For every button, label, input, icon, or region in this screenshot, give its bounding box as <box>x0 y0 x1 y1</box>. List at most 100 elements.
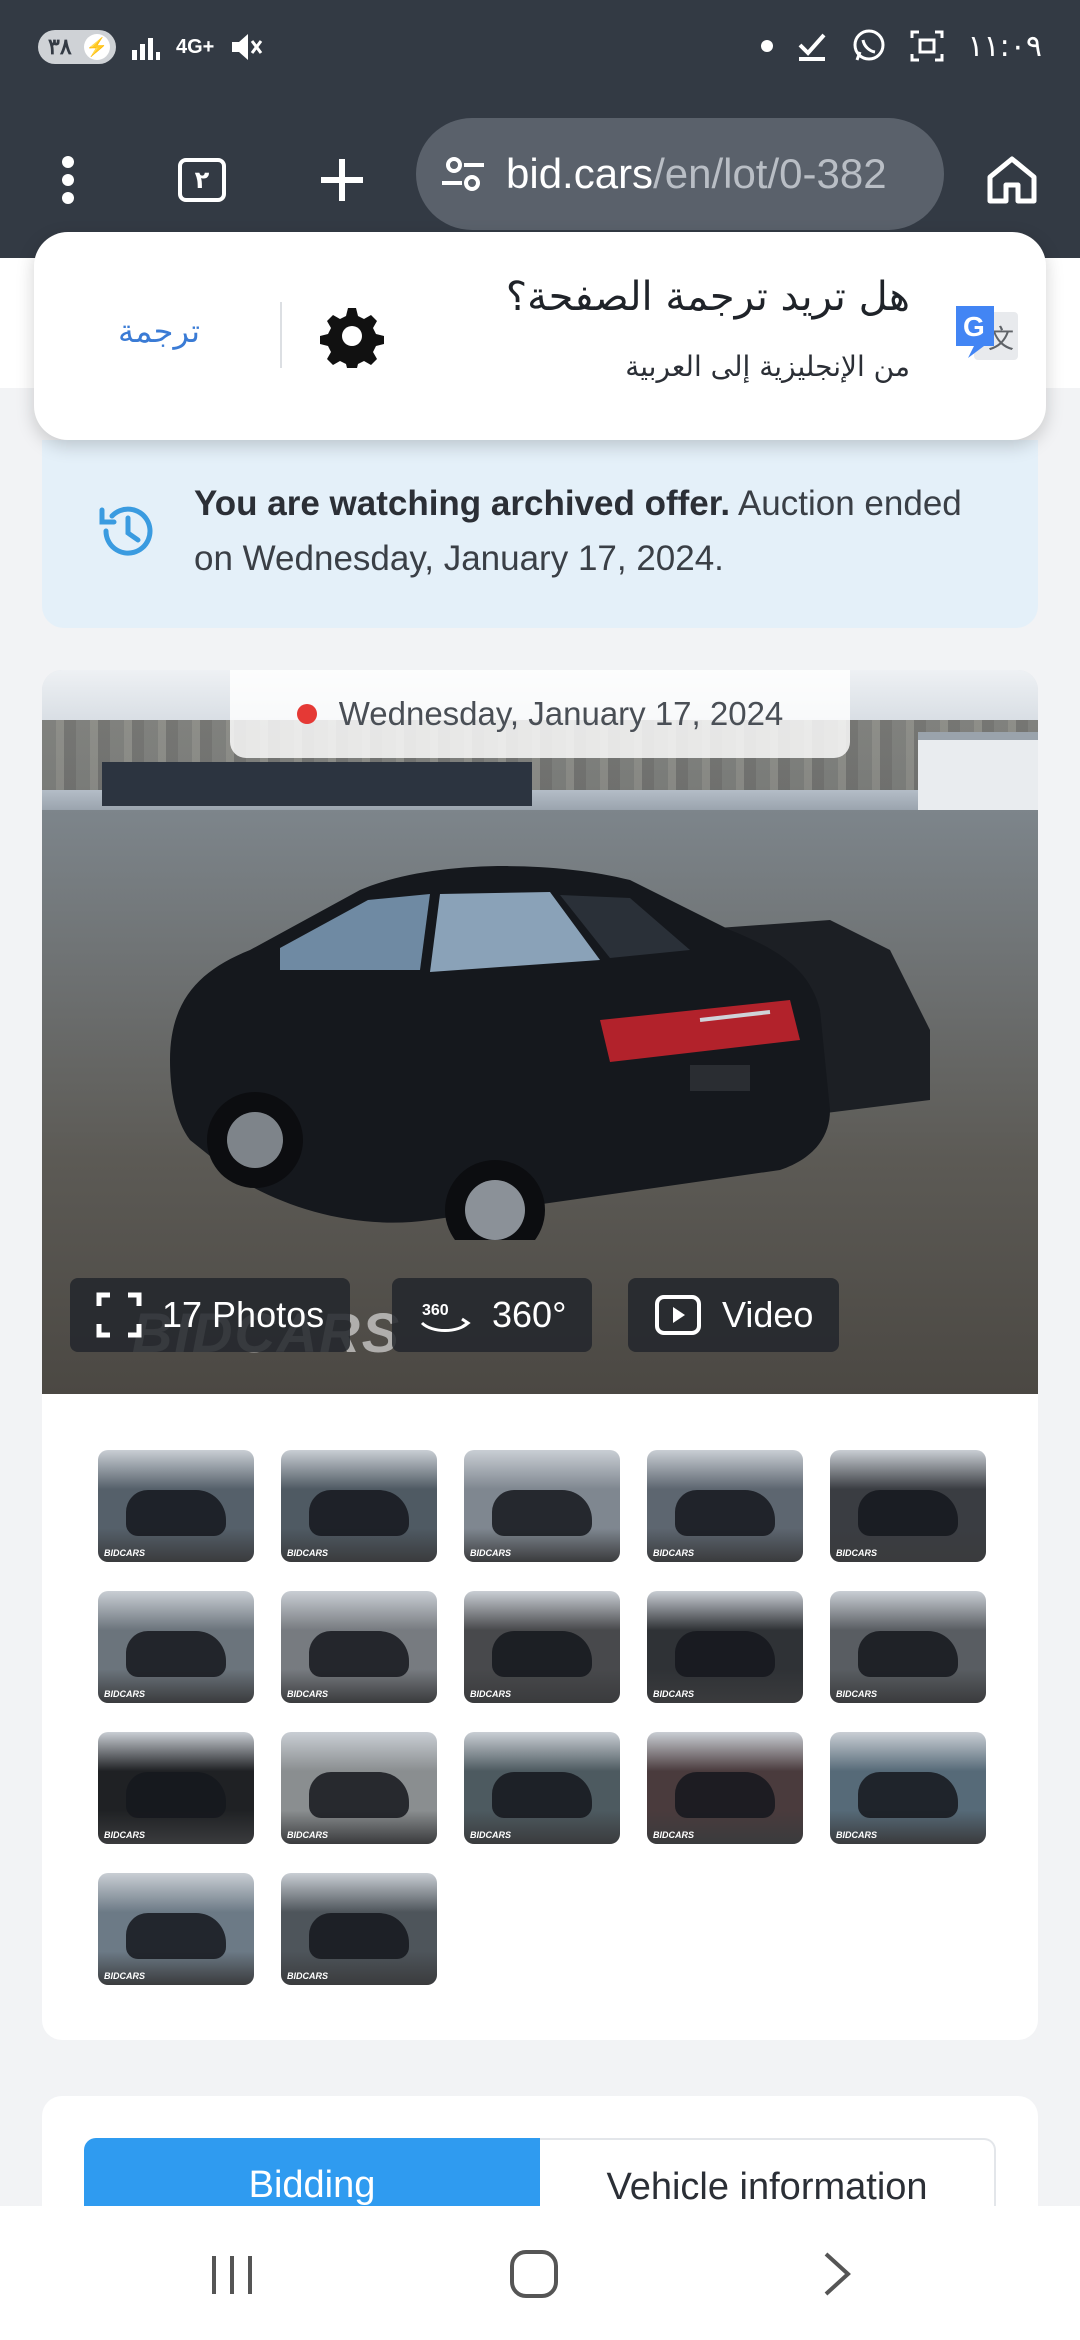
notice-text: You are watching archived offer. Auction… <box>194 476 974 586</box>
thumbnail-watermark: BIDCARS <box>836 1548 878 1558</box>
download-check-icon <box>799 33 826 61</box>
thumbnail-car-shape <box>309 1490 409 1536</box>
video-icon <box>655 1295 701 1335</box>
thumbnail-watermark: BIDCARS <box>836 1830 878 1840</box>
thumbnail-watermark: BIDCARS <box>653 1548 695 1558</box>
thumbnail-rear-view[interactable]: BIDCARS <box>647 1450 803 1562</box>
thumbnail-car-shape <box>858 1772 958 1818</box>
battery-level: ٣٨ <box>48 34 72 59</box>
photos-button[interactable]: 17 Photos <box>70 1278 351 1352</box>
recent-apps-icon[interactable] <box>202 2246 262 2302</box>
thumbnail-odometer[interactable]: BIDCARS <box>98 1873 254 1985</box>
thumbnail-car-shape <box>858 1490 958 1536</box>
thumbnail-watermark: BIDCARS <box>653 1830 695 1840</box>
google-translate-icon: 文G <box>956 306 1018 360</box>
auction-date: Wednesday, January 17, 2024 <box>338 695 784 732</box>
thumbnail-car-shape <box>126 1913 226 1959</box>
thumbnail-front-view[interactable]: BIDCARS <box>464 1732 620 1844</box>
thumbnail-watermark: BIDCARS <box>104 1689 146 1699</box>
browser-toolbar: ٢ bid.cars/en/lot/0-382 <box>0 118 1080 238</box>
clock: ١١:٠٩ <box>967 28 1042 64</box>
video-button[interactable]: Video <box>628 1278 840 1352</box>
browser-chrome: ٣٨ ⚡ 4G+ ١١:٠٩ ٢ bid.cars/en/lot/0-382 <box>0 0 1080 258</box>
thumbnail-front-right-view[interactable]: BIDCARS <box>281 1450 437 1562</box>
photos-label: 17 Photos <box>162 1294 325 1335</box>
video-label: Video <box>722 1294 814 1335</box>
thumbnail-watermark: BIDCARS <box>287 1548 329 1558</box>
thumbnail-instrument-cluster[interactable]: BIDCARS <box>281 1591 437 1703</box>
status-bar: ٣٨ ⚡ 4G+ ١١:٠٩ <box>0 0 1080 110</box>
thumbnail-car-shape <box>858 1631 958 1677</box>
mute-icon <box>232 34 263 60</box>
url-text: bid.cars/en/lot/0-382 <box>506 150 887 198</box>
thumbnail-car-shape <box>675 1631 775 1677</box>
thumbnail-watermark: BIDCARS <box>653 1689 695 1699</box>
fullscreen-icon <box>96 1292 142 1338</box>
thumbnail-vin-sticker[interactable]: BIDCARS <box>647 1591 803 1703</box>
system-nav-bar <box>0 2206 1080 2340</box>
notification-dot-icon <box>761 40 774 52</box>
thumbnail-car-shape <box>126 1490 226 1536</box>
view-360-label: 360° <box>492 1294 567 1335</box>
thumbnail-watermark: BIDCARS <box>287 1971 329 1981</box>
signal-icon <box>132 38 160 60</box>
tab-switcher-button[interactable]: ٢ <box>170 148 234 212</box>
home-icon[interactable] <box>980 148 1044 212</box>
thumbnail-car-shape <box>309 1772 409 1818</box>
thumbnail-side-closeup[interactable]: BIDCARS <box>647 1732 803 1844</box>
thumbnail-car-shape <box>492 1490 592 1536</box>
thumbnail-car-shape <box>675 1772 775 1818</box>
address-bar[interactable]: bid.cars/en/lot/0-382 <box>416 118 944 230</box>
thumbnail-damaged-bumper[interactable]: BIDCARS <box>281 1732 437 1844</box>
thumbnail-watermark: BIDCARS <box>104 1971 146 1981</box>
thumbnail-rear-left-view[interactable]: BIDCARS <box>98 1450 254 1562</box>
thumbnail-watermark: BIDCARS <box>104 1830 146 1840</box>
thumbnail-watermark: BIDCARS <box>470 1689 512 1699</box>
thumbnail-key-fob[interactable]: BIDCARS <box>98 1732 254 1844</box>
360-icon: 360 <box>420 1302 471 1332</box>
network-type: 4G+ <box>176 35 215 58</box>
translate-popup: ترجمة هل تريد ترجمة الصفحة؟ من الإنجليزي… <box>34 232 1046 440</box>
charging-icon: ⚡ <box>84 34 110 60</box>
gallery-card: Wednesday, January 17, 2024 BIDCARS 17 P… <box>42 670 1038 2040</box>
battery-indicator: ٣٨ ⚡ <box>38 30 116 64</box>
screenshot-icon <box>910 30 944 62</box>
thumbnail-watermark: BIDCARS <box>470 1548 512 1558</box>
thumbnail-watermark: BIDCARS <box>287 1689 329 1699</box>
url-host: bid.cars <box>506 150 654 197</box>
thumbnail-rear-lot-view[interactable]: BIDCARS <box>281 1873 437 1985</box>
site-settings-icon[interactable] <box>438 149 488 199</box>
thumbnail-car-shape <box>126 1631 226 1677</box>
thumbnail-car-shape <box>126 1772 226 1818</box>
menu-kebab-icon[interactable] <box>36 148 100 212</box>
thumbnail-front-left-lot[interactable]: BIDCARS <box>830 1732 986 1844</box>
tab-count: ٢ <box>178 158 226 202</box>
url-path: /en/lot/0-382 <box>653 150 887 197</box>
whatsapp-icon <box>853 29 885 61</box>
thumbnail-car-shape <box>492 1772 592 1818</box>
gear-icon[interactable] <box>320 304 384 368</box>
thumbnail-watermark: BIDCARS <box>470 1830 512 1840</box>
thumbnail-watermark: BIDCARS <box>287 1830 329 1840</box>
back-icon[interactable] <box>808 2246 868 2302</box>
notice-bold: You are watching archived offer. <box>194 484 731 523</box>
view-360-button[interactable]: 360 360° <box>392 1278 593 1352</box>
thumbnail-engine-bay[interactable]: BIDCARS <box>830 1591 986 1703</box>
translate-subtitle: من الإنجليزية إلى العربية <box>625 350 910 383</box>
thumbnail-side-view[interactable]: BIDCARS <box>464 1450 620 1562</box>
thumbnail-rear-left-lot[interactable]: BIDCARS <box>98 1591 254 1703</box>
translate-button[interactable]: ترجمة <box>118 312 200 350</box>
home-nav-icon[interactable] <box>504 2246 564 2302</box>
thumbnail-car-shape <box>492 1631 592 1677</box>
archived-notice: You are watching archived offer. Auction… <box>42 440 1038 628</box>
thumbnail-rear-seats[interactable]: BIDCARS <box>464 1591 620 1703</box>
translate-divider <box>280 302 282 368</box>
thumbnail-car-shape <box>309 1631 409 1677</box>
thumbnail-watermark: BIDCARS <box>836 1689 878 1699</box>
thumbnail-watermark: BIDCARS <box>104 1548 146 1558</box>
new-tab-icon[interactable] <box>310 148 374 212</box>
auction-date-pill: Wednesday, January 17, 2024 <box>230 670 850 758</box>
main-photo[interactable]: Wednesday, January 17, 2024 BIDCARS 17 P… <box>42 670 1038 1394</box>
svg-text:360: 360 <box>422 1302 449 1319</box>
thumbnail-interior-door-open[interactable]: BIDCARS <box>830 1450 986 1562</box>
